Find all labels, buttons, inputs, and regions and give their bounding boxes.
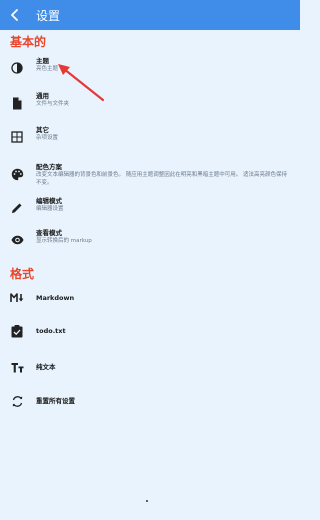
section-title-format: 格式 xyxy=(10,267,35,281)
settings-item-misc[interactable]: 其它 杂项设置 xyxy=(0,126,300,148)
checkbox-icon xyxy=(6,320,28,342)
pencil-icon xyxy=(6,197,28,219)
settings-item-todo[interactable]: todo.txt xyxy=(0,320,300,342)
settings-item-label: 配色方案 xyxy=(36,163,62,171)
settings-item-label: 编辑模式 xyxy=(36,197,62,205)
settings-item-general[interactable]: 通用 文件与文件夹 xyxy=(0,92,300,114)
file-icon xyxy=(6,92,28,114)
settings-item-desc: 改变文本编辑器的背景色和前景色。 随应用主题调整因此在明亮和黑暗主题中可用。 适… xyxy=(36,172,288,186)
settings-item-theme[interactable]: 主题 亮色主题 xyxy=(0,57,300,79)
settings-item-desc: 编辑器设置 xyxy=(36,206,64,212)
settings-item-desc: 杂项设置 xyxy=(36,135,59,141)
decorative-dot xyxy=(146,500,148,502)
annotation-arrow xyxy=(58,64,105,102)
settings-item-desc: 显示转换后的 markup xyxy=(36,238,92,244)
arrow-back-icon xyxy=(11,9,18,21)
palette-icon xyxy=(6,163,28,185)
settings-item-plain-text[interactable]: 纯文本 xyxy=(0,356,300,378)
settings-item-label: 重置所有设置 xyxy=(36,397,75,405)
eye-icon xyxy=(6,229,28,251)
settings-item-label: 查看模式 xyxy=(36,229,62,237)
app-bar: 设置 xyxy=(0,0,300,30)
page-title: 设置 xyxy=(36,8,61,23)
settings-item-color-scheme[interactable]: 配色方案 改变文本编辑器的背景色和前景色。 随应用主题调整因此在明亮和黑暗主题中… xyxy=(0,163,300,187)
reset-icon xyxy=(6,390,28,412)
text-icon xyxy=(6,356,28,378)
settings-item-markdown[interactable]: Markdown xyxy=(0,287,300,309)
markdown-icon xyxy=(6,287,28,309)
settings-item-label: Markdown xyxy=(36,294,75,302)
settings-item-edit-mode[interactable]: 编辑模式 编辑器设置 xyxy=(0,197,300,219)
contrast-icon xyxy=(6,57,28,79)
settings-item-label: 纯文本 xyxy=(36,363,56,371)
settings-item-label: 其它 xyxy=(36,126,49,134)
settings-item-label: todo.txt xyxy=(36,327,66,335)
section-title-basic: 基本的 xyxy=(10,35,47,49)
back-button[interactable] xyxy=(0,0,30,30)
settings-item-reset[interactable]: 重置所有设置 xyxy=(0,390,300,412)
misc-icon xyxy=(6,126,28,148)
settings-item-view-mode[interactable]: 查看模式 显示转换后的 markup xyxy=(0,229,300,251)
